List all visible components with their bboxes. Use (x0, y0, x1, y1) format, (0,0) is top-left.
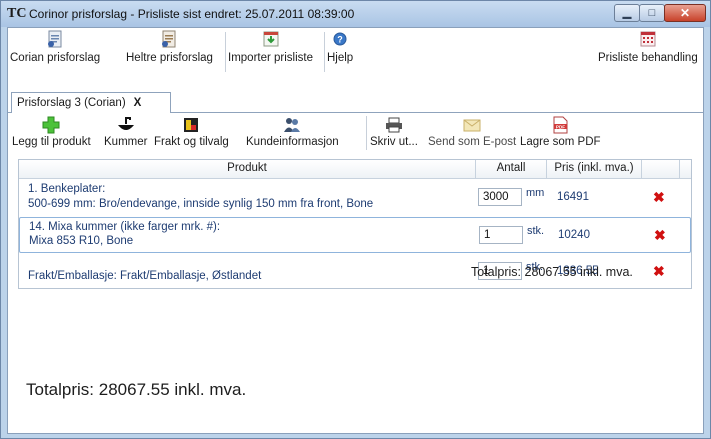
add-icon (42, 116, 60, 134)
column-header-antall[interactable]: Antall (476, 162, 546, 174)
quantity-input[interactable]: 1 (479, 226, 523, 244)
toolbar-separator (324, 32, 325, 72)
delete-icon[interactable]: ✖ (653, 264, 665, 278)
price-value: 10240 (558, 229, 590, 241)
importer-prisliste-button[interactable]: Importer prisliste (228, 30, 313, 64)
minimize-icon: ▁ (622, 7, 632, 19)
tab-label: Prisforslag 3 (Corian) (17, 97, 126, 109)
column-header-pris[interactable]: Pris (inkl. mva.) (547, 162, 641, 174)
app-logo-icon: TC (7, 6, 27, 21)
toolbar-separator (366, 116, 367, 150)
delete-icon[interactable]: ✖ (654, 228, 666, 242)
sink-icon (117, 116, 135, 134)
heltre-prisforslag-button[interactable]: Heltre prisforslag (126, 30, 213, 64)
title-bar[interactable]: TC Corinor prisforslag - Prisliste sist … (1, 1, 710, 27)
product-line1: 14. Mixa kummer (ikke farger mrk. #): (29, 221, 221, 233)
price-value: 16491 (557, 191, 589, 203)
svg-text:PDF: PDF (556, 124, 565, 129)
hjelp-button[interactable]: ? Hjelp (327, 30, 353, 64)
tab-close-button[interactable]: X (134, 97, 142, 109)
kundeinformasjon-button[interactable]: Kundeinformasjon (246, 116, 339, 148)
lagre-som-pdf-label: Lagre som PDF (520, 136, 601, 148)
svg-text:?: ? (337, 35, 343, 45)
customers-icon (283, 116, 301, 134)
product-line1: 1. Benkeplater: (28, 183, 106, 195)
frakt-og-tilvalg-button[interactable]: Frakt og tilvalg (154, 116, 229, 148)
total-price-summary: Totalpris: 28067.55 inkl. mva. (471, 265, 633, 279)
toolbar-separator (225, 32, 226, 72)
table-row[interactable]: 14. Mixa kummer (ikke farger mrk. #): Mi… (19, 217, 691, 253)
tab-strip: Prisforslag 3 (Corian) X (8, 90, 703, 113)
top-toolbar: Corian prisforslag Heltre prisforslag Im… (8, 28, 703, 92)
skriv-ut-button[interactable]: Skriv ut... (370, 116, 418, 148)
help-icon: ? (332, 30, 348, 48)
corian-prisforslag-label: Corian prisforslag (10, 52, 101, 64)
hjelp-label: Hjelp (327, 52, 354, 64)
client-area: Corian prisforslag Heltre prisforslag Im… (7, 27, 704, 434)
tab-prisforslag-3[interactable]: Prisforslag 3 (Corian) X (11, 92, 171, 113)
import-icon (263, 30, 279, 48)
column-divider (641, 160, 642, 178)
total-price-large: Totalpris: 28067.55 inkl. mva. (26, 380, 247, 399)
table-header: Produkt Antall Pris (inkl. mva.) (19, 160, 691, 179)
corian-prisforslag-button[interactable]: Corian prisforslag (10, 30, 100, 64)
unit-label: mm (526, 187, 545, 199)
app-window: TC Corinor prisforslag - Prisliste sist … (0, 0, 711, 439)
frakt-og-tilvalg-label: Frakt og tilvalg (154, 136, 229, 148)
quantity-input[interactable]: 3000 (478, 188, 522, 206)
importer-prisliste-label: Importer prisliste (228, 52, 313, 64)
document-icon (161, 30, 177, 48)
send-som-epost-button[interactable]: Send som E-post (428, 116, 516, 148)
send-som-epost-label: Send som E-post (428, 136, 517, 148)
kundeinformasjon-label: Kundeinformasjon (246, 136, 339, 148)
calendar-icon (640, 30, 656, 48)
maximize-icon: □ (648, 7, 656, 19)
delete-icon[interactable]: ✖ (653, 190, 665, 204)
maximize-button[interactable]: □ (639, 4, 665, 22)
skriv-ut-label: Skriv ut... (370, 136, 418, 148)
legg-til-produkt-label: Legg til produkt (12, 136, 91, 148)
minimize-button[interactable]: ▁ (614, 4, 640, 22)
close-window-button[interactable]: ✕ (664, 4, 706, 22)
document-toolbar: Legg til produkt Kummer Frakt og tilvalg (10, 113, 701, 155)
column-header-produkt[interactable]: Produkt (19, 162, 475, 174)
pdf-icon: PDF (551, 116, 569, 134)
printer-icon (385, 116, 403, 134)
column-divider (679, 160, 680, 178)
kummer-label: Kummer (104, 136, 148, 148)
options-icon (182, 116, 200, 134)
product-line2: Frakt/Emballasje: Frakt/Emballasje, Østl… (28, 270, 262, 282)
kummer-button[interactable]: Kummer (104, 116, 147, 148)
email-icon (463, 116, 481, 134)
prisliste-behandling-label: Prisliste behandling (598, 52, 698, 64)
product-line2: 500-699 mm: Bro/endevange, innside synli… (28, 198, 374, 210)
table-row[interactable]: 1. Benkeplater: 500-699 mm: Bro/endevang… (19, 180, 691, 216)
lagre-som-pdf-button[interactable]: PDF Lagre som PDF (520, 116, 601, 148)
unit-label: stk. (527, 225, 545, 237)
document-icon (47, 30, 63, 48)
heltre-prisforslag-label: Heltre prisforslag (126, 52, 213, 64)
prisliste-behandling-button[interactable]: Prisliste behandling (598, 30, 698, 64)
legg-til-produkt-button[interactable]: Legg til produkt (12, 116, 91, 148)
window-title: Corinor prisforslag - Prisliste sist end… (29, 7, 355, 21)
product-line2: Mixa 853 R10, Bone (29, 235, 134, 247)
close-icon: ✕ (679, 6, 691, 20)
